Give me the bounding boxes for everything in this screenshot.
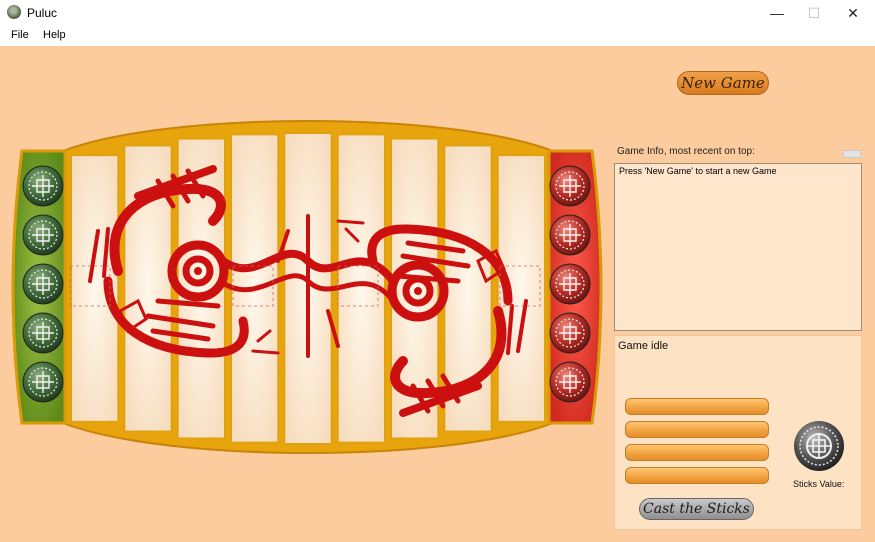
red-piece-4[interactable] <box>549 312 591 354</box>
red-piece-2[interactable] <box>549 214 591 256</box>
green-piece-2[interactable] <box>22 214 64 256</box>
window-title: Puluc <box>27 6 58 20</box>
sticks-value-coin-icon <box>794 421 844 471</box>
menu-bar: File Help <box>0 26 875 46</box>
red-piece-3[interactable] <box>549 263 591 305</box>
red-piece-1[interactable] <box>549 165 591 207</box>
minimize-button[interactable]: — <box>760 0 794 26</box>
info-scroll-handle[interactable] <box>843 150 861 158</box>
green-piece-5[interactable] <box>22 361 64 403</box>
stick-4 <box>625 467 769 484</box>
game-area: New Game Game Info, most recent on top: … <box>0 46 875 542</box>
app-icon <box>7 5 21 19</box>
stick-1 <box>625 398 769 415</box>
stick-2 <box>625 421 769 438</box>
game-board[interactable] <box>8 111 608 466</box>
green-piece-1[interactable] <box>22 165 64 207</box>
game-info-log[interactable]: Press 'New Game' to start a new Game <box>614 163 862 331</box>
new-game-button[interactable]: New Game <box>677 71 769 95</box>
cast-sticks-button[interactable]: Cast the Sticks <box>639 498 754 520</box>
game-info-label: Game Info, most recent on top: <box>617 146 755 157</box>
stick-3 <box>625 444 769 461</box>
red-piece-5[interactable] <box>549 361 591 403</box>
title-bar: Puluc — ☐ ✕ <box>0 0 875 26</box>
menu-file[interactable]: File <box>11 29 29 41</box>
info-message: Press 'New Game' to start a new Game <box>619 166 777 176</box>
maximize-button[interactable]: ☐ <box>797 0 831 26</box>
game-status: Game idle <box>618 340 669 352</box>
green-piece-3[interactable] <box>22 263 64 305</box>
green-piece-4[interactable] <box>22 312 64 354</box>
status-panel: Game idle Cast the Sticks Sticks Value: <box>614 335 862 530</box>
close-button[interactable]: ✕ <box>836 0 870 26</box>
menu-help[interactable]: Help <box>43 29 66 41</box>
sticks-value-label: Sticks Value: <box>793 479 845 489</box>
